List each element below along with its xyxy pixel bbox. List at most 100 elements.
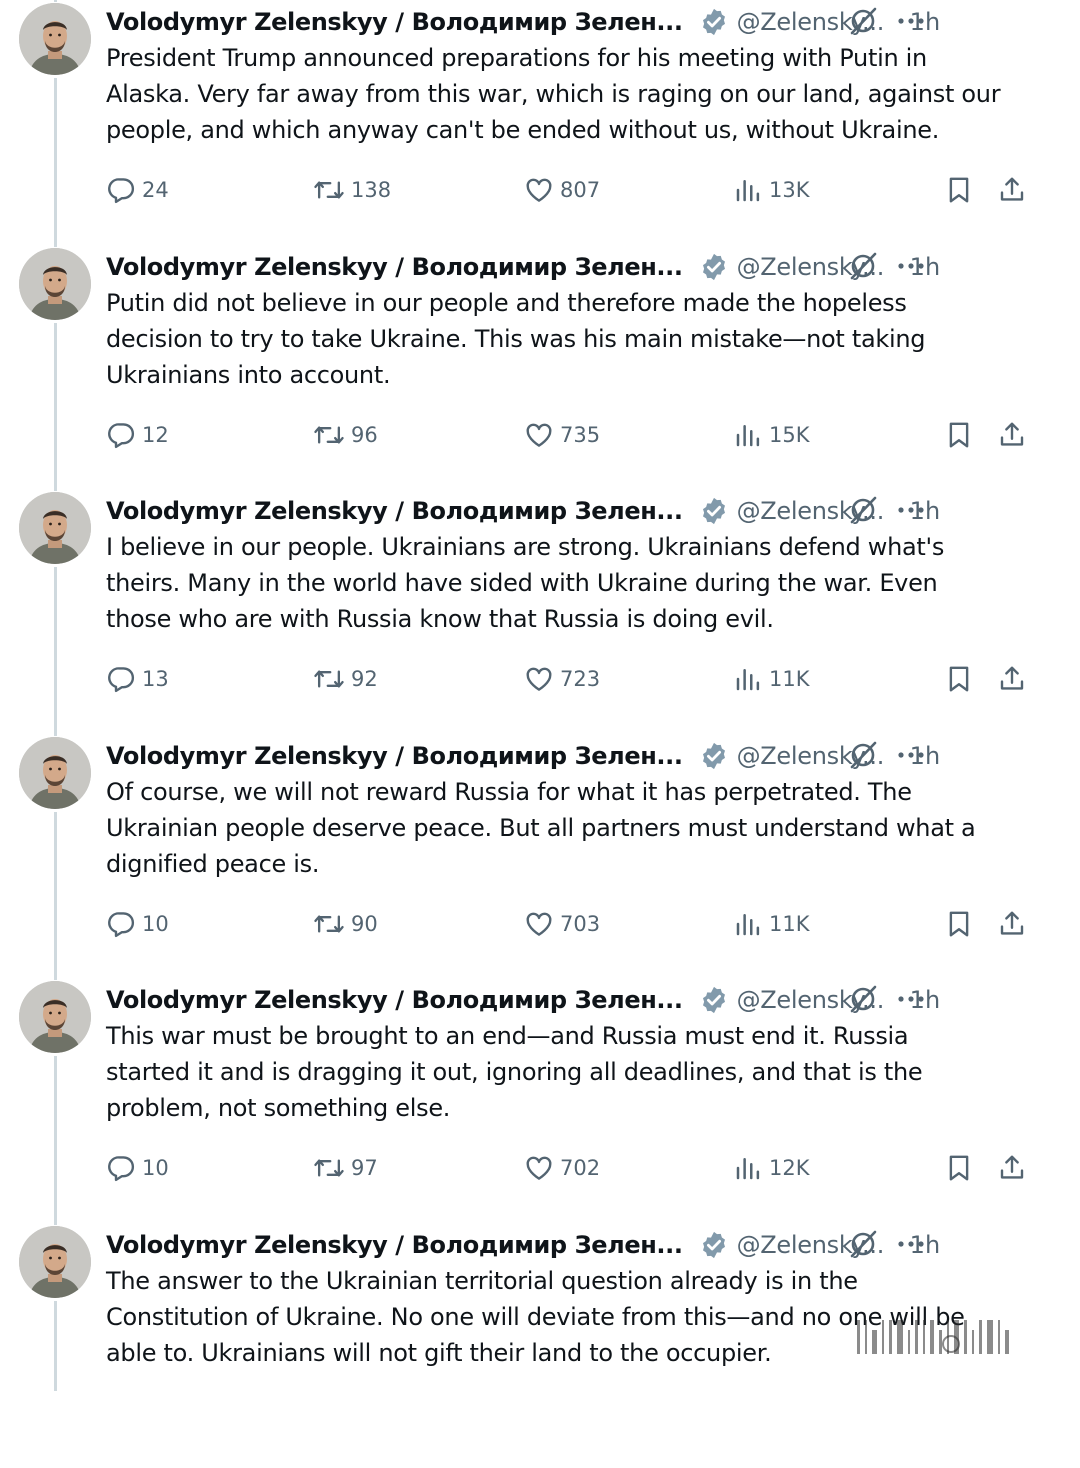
tweet-text-line: started it and is dragging it out, ignor… (106, 1058, 923, 1086)
retweet-button-count: 96 (351, 423, 378, 447)
like-button[interactable]: 702 (524, 1148, 600, 1188)
views-button-count: 11K (769, 667, 810, 691)
like-icon (524, 420, 554, 450)
action-bar: 12 96 735 15K (0, 415, 1080, 455)
share-button[interactable] (997, 415, 1027, 455)
thread-connector-line (54, 1056, 57, 1222)
thread-connector-line (54, 1211, 57, 1225)
thread-connector-line (54, 812, 57, 978)
reply-button-count: 12 (142, 423, 169, 447)
avatar[interactable] (19, 492, 91, 564)
retweet-button[interactable]: 96 (313, 415, 378, 455)
retweet-button-count: 92 (351, 667, 378, 691)
views-button[interactable]: 13K (733, 170, 810, 210)
reply-button[interactable]: 10 (106, 1148, 169, 1188)
retweet-button[interactable]: 138 (313, 170, 391, 210)
reply-button[interactable]: 13 (106, 659, 169, 699)
tweet-text-line: I believe in our people. Ukrainians are … (106, 533, 945, 561)
share-icon (997, 664, 1027, 694)
views-button[interactable]: 15K (733, 415, 810, 455)
bookmark-icon (944, 175, 974, 205)
more-icon[interactable] (895, 495, 927, 525)
avatar[interactable] (19, 981, 91, 1053)
reply-button[interactable]: 10 (106, 904, 169, 944)
share-icon (997, 175, 1027, 205)
tweet-text-line: people, and which anyway can't be ended … (106, 116, 940, 144)
retweet-icon (313, 175, 345, 205)
like-button[interactable]: 807 (524, 170, 600, 210)
action-bar: 10 97 702 12K (0, 1148, 1080, 1188)
avatar[interactable] (19, 248, 91, 320)
views-icon (733, 420, 763, 450)
bookmark-icon (944, 664, 974, 694)
bookmark-icon (944, 420, 974, 450)
avatar[interactable] (19, 3, 91, 75)
reply-button[interactable]: 24 (106, 170, 169, 210)
tweet[interactable]: Volodymyr Zelenskyy / Володимир Зелен...… (0, 722, 1080, 979)
bookmark-button[interactable] (944, 170, 974, 210)
grok-icon[interactable] (848, 251, 878, 281)
more-icon[interactable] (895, 984, 927, 1014)
grok-icon[interactable] (848, 984, 878, 1014)
tweet-text-line: dignified peace is. (106, 850, 320, 878)
views-button-count: 15K (769, 423, 810, 447)
verified-badge-icon (699, 252, 729, 282)
avatar[interactable] (19, 737, 91, 809)
more-icon[interactable] (895, 6, 927, 36)
retweet-button[interactable]: 90 (313, 904, 378, 944)
like-button[interactable]: 723 (524, 659, 600, 699)
tweet-text-line: Ukrainian people deserve peace. But all … (106, 814, 976, 842)
tweet[interactable]: Volodymyr Zelenskyy / Володимир Зелен...… (0, 477, 1080, 734)
author-name[interactable]: Volodymyr Zelenskyy / Володимир Зелен... (106, 1231, 683, 1259)
like-button[interactable]: 735 (524, 415, 600, 455)
action-bar: 10 90 703 11K (0, 904, 1080, 944)
like-button-count: 703 (560, 912, 601, 936)
thread-connector-line (54, 477, 57, 491)
tweet[interactable]: Volodymyr Zelenskyy / Володимир Зелен...… (0, 966, 1080, 1223)
reply-button[interactable]: 12 (106, 415, 169, 455)
share-button[interactable] (997, 1148, 1027, 1188)
retweet-button[interactable]: 92 (313, 659, 378, 699)
bookmark-button[interactable] (944, 1148, 974, 1188)
tweet[interactable]: Volodymyr Zelenskyy / Володимир Зелен...… (0, 0, 1080, 245)
bookmark-button[interactable] (944, 659, 974, 699)
tweet-text: I believe in our people. Ukrainians are … (106, 529, 1036, 637)
author-name[interactable]: Volodymyr Zelenskyy / Володимир Зелен... (106, 742, 683, 770)
tweet-text: Putin did not believe in our people and … (106, 285, 1036, 393)
bookmark-button[interactable] (944, 415, 974, 455)
retweet-button-count: 90 (351, 912, 378, 936)
views-button[interactable]: 12K (733, 1148, 810, 1188)
tweet-text-line: Ukrainians into account. (106, 361, 391, 389)
thread-connector-line (54, 78, 57, 244)
like-button[interactable]: 703 (524, 904, 600, 944)
share-icon (997, 420, 1027, 450)
bookmark-button[interactable] (944, 904, 974, 944)
grok-icon[interactable] (848, 740, 878, 770)
views-button[interactable]: 11K (733, 659, 810, 699)
more-icon[interactable] (895, 740, 927, 770)
share-button[interactable] (997, 659, 1027, 699)
author-name[interactable]: Volodymyr Zelenskyy / Володимир Зелен... (106, 253, 683, 281)
reply-icon (106, 1153, 136, 1183)
retweet-button-count: 97 (351, 1156, 378, 1180)
verified-badge-icon (699, 496, 729, 526)
author-name[interactable]: Volodymyr Zelenskyy / Володимир Зелен... (106, 497, 683, 525)
tweet-text-line: President Trump announced preparations f… (106, 44, 927, 72)
retweet-icon (313, 420, 345, 450)
tweet-text-line: Of course, we will not reward Russia for… (106, 778, 912, 806)
author-name[interactable]: Volodymyr Zelenskyy / Володимир Зелен... (106, 8, 683, 36)
avatar[interactable] (19, 1226, 91, 1298)
like-button-count: 807 (560, 178, 601, 202)
views-button[interactable]: 11K (733, 904, 810, 944)
grok-icon[interactable] (848, 6, 878, 36)
share-button[interactable] (997, 170, 1027, 210)
tweet[interactable]: Volodymyr Zelenskyy / Володимир Зелен...… (0, 233, 1080, 490)
tweet-text-line: problem, not something else. (106, 1094, 451, 1122)
more-icon[interactable] (895, 251, 927, 281)
grok-icon[interactable] (848, 495, 878, 525)
more-icon[interactable] (895, 1229, 927, 1259)
share-button[interactable] (997, 904, 1027, 944)
retweet-button[interactable]: 97 (313, 1148, 378, 1188)
grok-icon[interactable] (848, 1229, 878, 1259)
author-name[interactable]: Volodymyr Zelenskyy / Володимир Зелен... (106, 986, 683, 1014)
